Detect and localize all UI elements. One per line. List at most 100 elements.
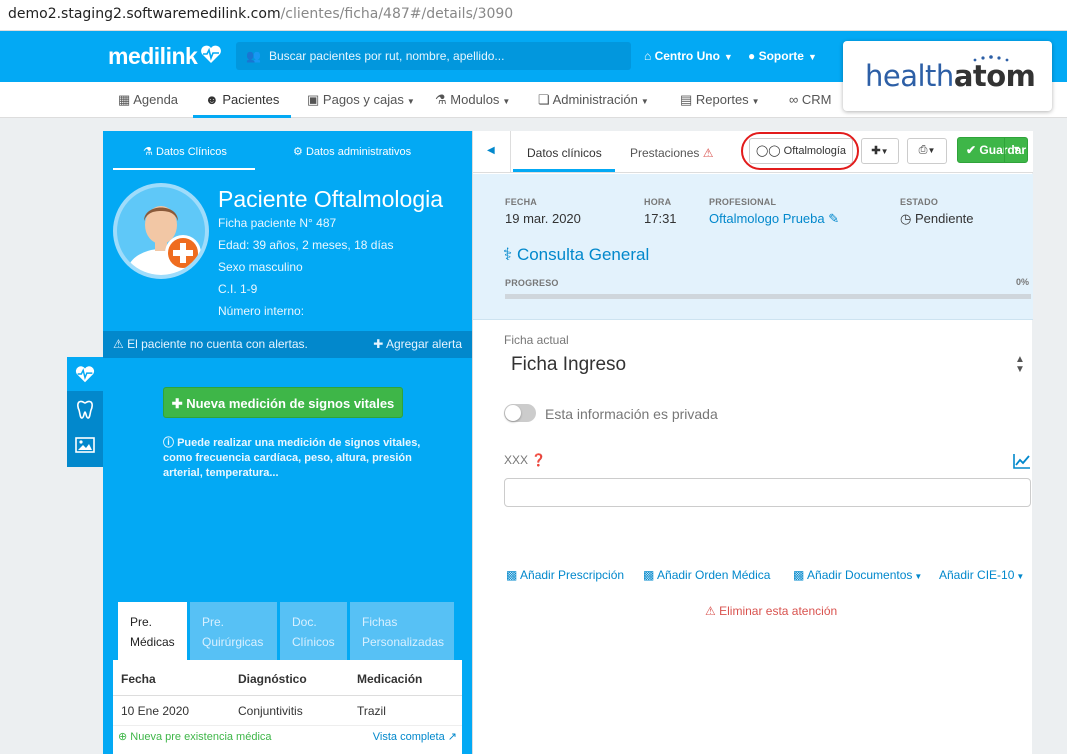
save-button[interactable]: ✔ Guardar ▼ (957, 137, 1028, 163)
tab-datos-clinicos[interactable]: ⚗ Datos Clínicos (143, 145, 227, 158)
alert-bar: ⚠ El paciente no cuenta con alertas. ✚ A… (103, 331, 472, 358)
divider (510, 131, 511, 173)
nav-pacientes[interactable]: ☻ Pacientes (205, 92, 279, 107)
ficha-select[interactable]: Ficha Ingreso (511, 354, 626, 376)
nav-reportes[interactable]: ▤ Reportes ▼ (680, 92, 760, 108)
patient-tabs: ⚗ Datos Clínicos ⚙ Datos administrativos (103, 131, 472, 171)
consultation-type: ⚕ Consulta General (503, 245, 650, 264)
info-icon: ⓘ (163, 437, 174, 449)
status-label: ESTADO (900, 197, 939, 207)
nav-crm[interactable]: ∞ CRM (789, 92, 832, 107)
question-icon[interactable]: ❓ (531, 453, 546, 467)
copy-icon: ❏ (538, 92, 550, 107)
history-tabs: Pre. Médicas Pre. Quirúrgicas Doc. Clínicos… (118, 602, 462, 660)
nav-modulos[interactable]: ⚗ Modulos ▼ (435, 92, 510, 108)
nav-pagos[interactable]: ▣ Pagos y cajas ▼ (307, 92, 415, 108)
tab-pre-medicas[interactable]: Pre. Médicas (118, 602, 187, 660)
patient-search-input[interactable]: 👥 Buscar pacientes por rut, nombre, apell… (236, 42, 631, 70)
users-icon: 👥 (246, 49, 261, 63)
home-icon: ⌂ (644, 49, 652, 63)
center-dropdown[interactable]: ⌂ Centro Uno ▼ (644, 49, 733, 63)
alert-text: El paciente no cuenta con alertas. (127, 337, 308, 351)
tab-prestaciones[interactable]: Prestaciones ⚠ (630, 146, 713, 160)
divider (113, 725, 462, 726)
xxx-input[interactable] (504, 478, 1031, 507)
new-pre-existence-link[interactable]: ⊕ Nueva pre existencia médica (118, 730, 272, 743)
document-icon: ▩ (793, 568, 805, 582)
patient-name: Paciente Oftalmologia (218, 186, 444, 212)
date-label: FECHA (505, 197, 537, 207)
cart-icon: ▣ (307, 92, 320, 107)
check-icon: ✔ (966, 143, 977, 157)
table-cell: 10 Ene 2020 (121, 704, 190, 718)
divider (1004, 138, 1005, 162)
add-alert-button[interactable]: ✚ Agregar alerta (373, 337, 462, 351)
caret-down-icon: ▼ (914, 572, 923, 581)
private-label: Esta información es privada (545, 406, 718, 422)
nav-agenda[interactable]: ▦ Agenda (118, 92, 178, 108)
warning-icon: ⚠ (113, 337, 124, 351)
caret-down-icon: ▼ (406, 97, 415, 106)
add-cie10-link[interactable]: Añadir CIE-10 ▼ (939, 568, 1024, 582)
table-cell: Conjuntivitis (238, 704, 303, 718)
add-dropdown-button[interactable]: ✚▼ (861, 138, 899, 164)
collapse-left-icon[interactable]: ◀ (487, 145, 495, 156)
clock-icon: ◷ (900, 211, 912, 226)
add-prescription-link[interactable]: ▩ Añadir Prescripción (506, 568, 624, 582)
heart-pulse-icon (199, 43, 223, 70)
progress-bar (505, 294, 1031, 299)
medilink-logo[interactable]: medilink (108, 43, 223, 70)
tooth-icon[interactable] (67, 393, 103, 427)
patient-panel: ⚗ Datos Clínicos ⚙ Datos administrativos… (103, 131, 472, 754)
delete-attention-link[interactable]: ⚠ Eliminar esta atención (705, 604, 837, 618)
caret-down-icon: ▼ (1016, 572, 1025, 581)
print-dropdown-button[interactable]: ⎙▼ (907, 138, 947, 164)
plus-icon: ✚ (871, 145, 881, 157)
ficha-label: Ficha actual (504, 333, 569, 347)
tab-active-indicator (113, 168, 255, 170)
heart-pulse-icon[interactable] (67, 357, 103, 391)
full-view-link[interactable]: Vista completa ↗ (373, 730, 457, 743)
professional-link[interactable]: Oftalmologo Prueba ✎ (709, 211, 839, 227)
status-value: ◷ Pendiente (900, 211, 974, 226)
caret-down-icon: ▼ (502, 97, 511, 106)
external-link-icon: ↗ (447, 731, 457, 743)
line-chart-icon[interactable] (1013, 453, 1031, 472)
time-value: 17:31 (644, 211, 677, 226)
doctor-icon: ⚗ (435, 92, 447, 107)
professional-label: PROFESIONAL (709, 197, 777, 207)
browser-url-bar[interactable]: demo2.staging2.softwaremedilink.com/clie… (0, 0, 1067, 31)
user-icon: ● (748, 49, 756, 63)
tab-datos-clinicos[interactable]: Datos clínicos (527, 146, 602, 160)
caret-down-icon: ▼ (640, 97, 649, 106)
add-medical-order-link[interactable]: ▩ Añadir Orden Médica (643, 568, 770, 582)
consultation-info: FECHA 19 mar. 2020 HORA 17:31 PROFESIONA… (473, 174, 1033, 320)
tab-fichas-personalizadas[interactable]: Fichas Personalizadas (350, 602, 454, 660)
image-icon[interactable] (67, 429, 103, 463)
date-value: 19 mar. 2020 (505, 211, 581, 226)
time-label: HORA (644, 197, 672, 207)
progress-percent: 0% (1015, 277, 1029, 287)
medkit-icon: ▩ (643, 568, 655, 582)
history-table: Fecha Diagnóstico Medicación 10 Ene 2020… (113, 660, 462, 754)
healthatom-logo: healthatom (865, 59, 1036, 93)
new-vital-signs-button[interactable]: ✚ Nueva medición de signos vitales (163, 387, 403, 418)
warning-icon: ⚠ (702, 146, 714, 160)
caret-down-icon: ▼ (880, 147, 889, 156)
support-label: Soporte (758, 49, 804, 63)
nav-administracion[interactable]: ❏ Administración ▼ (538, 92, 649, 108)
patient-record-number: Ficha paciente N° 487 (218, 216, 337, 230)
tab-datos-administrativos[interactable]: ⚙ Datos administrativos (293, 145, 411, 158)
patient-sex: Sexo masculino (218, 260, 303, 274)
caret-down-icon: ▼ (723, 52, 733, 62)
add-documents-link[interactable]: ▩ Añadir Documentos ▼ (793, 568, 922, 582)
patient-avatar (113, 183, 209, 279)
tab-doc-clinicos[interactable]: Doc. Clínicos (280, 602, 347, 660)
caret-down-icon[interactable]: ▼ (1012, 144, 1021, 154)
private-toggle[interactable] (504, 404, 536, 422)
progress-label: PROGRESO (505, 278, 559, 288)
tab-pre-quirurgicas[interactable]: Pre. Quirúrgicas (190, 602, 277, 660)
support-dropdown[interactable]: ● Soporte ▼ (748, 49, 817, 63)
area-chart-icon: ▤ (680, 92, 693, 107)
sort-icon[interactable]: ▲ ▼ (1015, 355, 1025, 375)
